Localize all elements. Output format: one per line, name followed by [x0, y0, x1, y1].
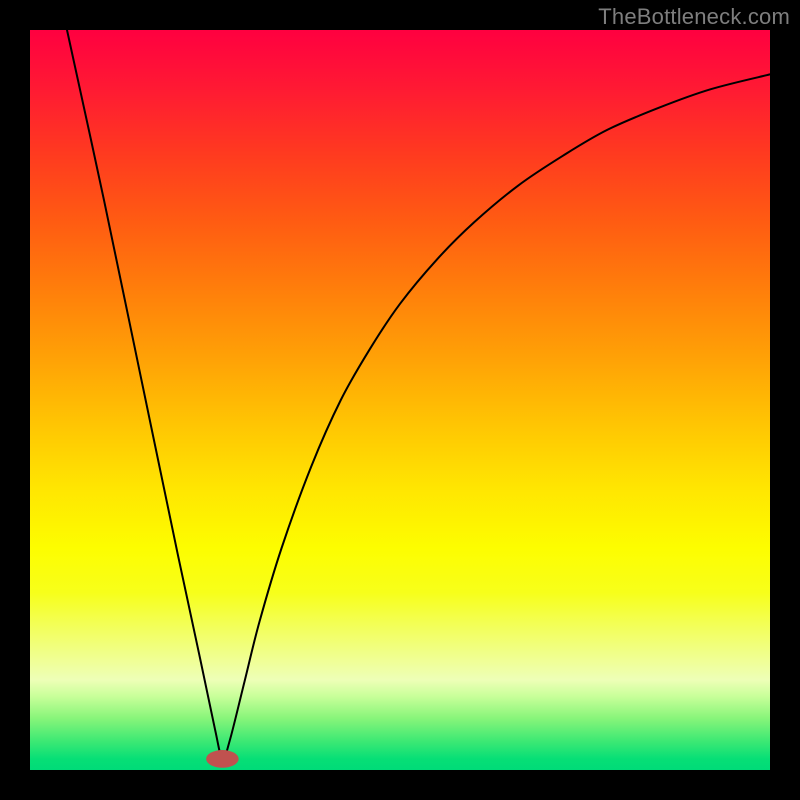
watermark-text: TheBottleneck.com	[598, 4, 790, 30]
bottleneck-curve	[67, 30, 770, 759]
plot-area	[30, 30, 770, 770]
minimum-marker	[206, 750, 239, 768]
curve-svg	[30, 30, 770, 770]
chart-frame: TheBottleneck.com	[0, 0, 800, 800]
